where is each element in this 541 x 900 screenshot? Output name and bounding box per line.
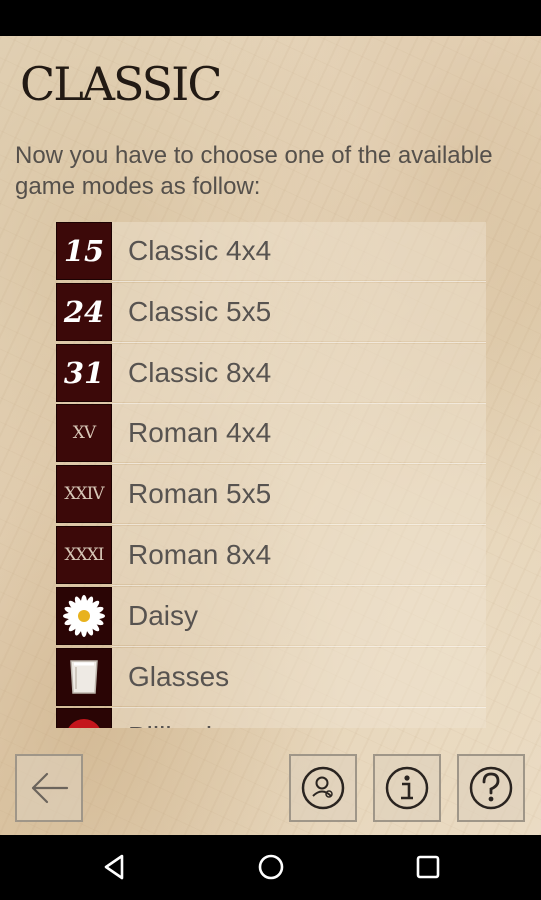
game-mode-label: Billiard [128, 721, 212, 728]
info-icon [385, 766, 429, 810]
circle-home-icon [258, 854, 284, 880]
game-mode-label: Daisy [128, 599, 199, 631]
triangle-back-icon [104, 854, 124, 880]
info-button[interactable] [373, 754, 441, 822]
back-button[interactable] [15, 754, 83, 822]
game-mode-label: Roman 5x5 [128, 478, 272, 510]
game-mode-item[interactable]: 15 Classic 4x4 [56, 222, 486, 282]
game-mode-label: Roman 8x4 [128, 539, 272, 570]
square-recents-icon [416, 855, 440, 879]
arrow-left-icon [31, 772, 69, 804]
status-bar [0, 0, 541, 36]
profile-button[interactable] [289, 754, 357, 822]
game-mode-item[interactable]: Billiard [56, 708, 486, 728]
game-mode-item[interactable]: Glasses [56, 647, 486, 708]
game-mode-label: Classic 8x4 [128, 356, 272, 388]
mode-tile: 24 [56, 282, 112, 341]
system-back-button[interactable] [95, 847, 135, 887]
system-recents-button[interactable] [408, 847, 448, 887]
mode-tile-image [56, 647, 112, 706]
intro-text: Now you have to choose one of the availa… [15, 142, 493, 200]
mode-tile-image [56, 708, 112, 728]
game-mode-list[interactable]: 15 Classic 4x4 24 Classic 5x5 31 Classic 8x4 X… [56, 222, 486, 728]
game-mode-item[interactable]: Daisy [56, 586, 486, 647]
game-mode-item[interactable]: XXIV Roman 5x5 [56, 465, 486, 526]
mode-tile: 15 [56, 222, 112, 280]
game-mode-item[interactable]: 24 Classic 5x5 [56, 282, 486, 343]
mode-tile: XV [56, 404, 112, 463]
game-mode-label: Classic 4x4 [128, 235, 272, 266]
page-title: CLASSIC [20, 57, 223, 111]
mode-tile: XXIV [56, 465, 112, 524]
game-mode-item[interactable]: XV Roman 4x4 [56, 404, 486, 465]
game-mode-label: Roman 4x4 [128, 417, 272, 449]
system-nav-bar [0, 835, 541, 900]
billiard-ball-icon [68, 719, 100, 728]
mode-tile: 31 [56, 343, 112, 402]
user-profile-icon [301, 766, 345, 810]
parchment-background: CLASSIC Now you have to choose one of th… [0, 36, 541, 835]
bottom-toolbar [0, 749, 541, 835]
game-mode-label: Glasses [128, 660, 230, 692]
game-mode-item[interactable]: 31 Classic 8x4 [56, 343, 486, 404]
game-mode-label: Classic 5x5 [128, 295, 272, 327]
mode-tile-image [56, 586, 112, 645]
glass-icon [70, 659, 98, 694]
game-mode-item[interactable]: XXXI Roman 8x4 [56, 526, 486, 586]
question-icon [469, 766, 513, 810]
help-button[interactable] [457, 754, 525, 822]
mode-tile: XXXI [56, 526, 112, 584]
daisy-icon [63, 594, 105, 637]
system-home-button[interactable] [251, 847, 291, 887]
